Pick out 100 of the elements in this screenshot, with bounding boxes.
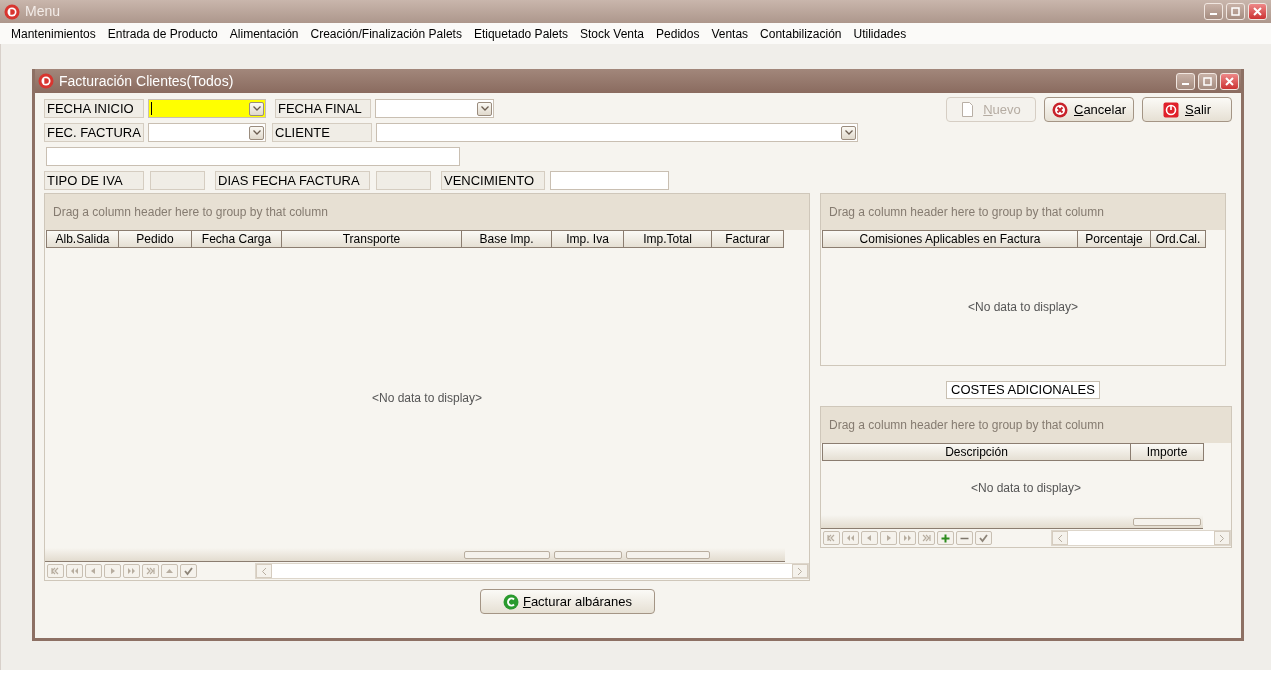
caret-icon [252,130,261,135]
toolbar-button[interactable]: Cancelar [1044,97,1134,122]
first-record-button[interactable] [47,564,64,578]
column-header[interactable]: Comisiones Aplicables en Factura [822,230,1078,248]
dropdown-field[interactable] [148,99,266,118]
horizontal-scrollbar[interactable] [255,563,809,579]
horizontal-scrollbar[interactable] [1051,530,1231,546]
group-hint: Drag a column header here to group by that column [829,417,1104,434]
previous-icon [89,566,98,576]
scroll-left-button[interactable] [256,564,272,578]
minimize-button[interactable] [1176,72,1195,90]
minimize-icon [1210,13,1217,15]
menu-item[interactable]: Mantenimientos [6,24,103,43]
column-header[interactable]: Alb.Salida [46,230,119,248]
column-header[interactable]: Importe [1131,443,1204,461]
previous-button[interactable] [861,531,878,545]
menu-item[interactable]: Creación/Finalización Palets [305,24,469,43]
delete-button[interactable] [956,531,973,545]
close-button[interactable] [1220,72,1239,90]
dropdown-toggle[interactable] [249,101,264,116]
menu-item[interactable]: Etiquetado Palets [468,24,575,43]
input-field[interactable] [550,171,669,190]
close-button[interactable] [1248,3,1267,20]
next-page-button[interactable] [899,531,916,545]
check-icon [979,533,988,543]
first-record-icon [827,533,836,543]
menu-item[interactable]: Pedidos [651,24,707,43]
menu-item[interactable]: Alimentación [224,24,306,43]
invoice-button[interactable]: Facturar albáranes [480,589,655,614]
power-icon [1163,101,1179,118]
previous-button[interactable] [85,564,102,578]
maximize-icon [1231,7,1240,16]
column-header[interactable]: Imp.Total [624,230,712,248]
field-label: TIPO DE IVA [44,171,144,190]
cancel-icon [1052,101,1068,118]
menu-item[interactable]: Entrada de Producto [102,24,225,43]
dropdown-toggle[interactable] [841,125,856,140]
edit-button[interactable] [161,564,178,578]
last-record-button[interactable] [918,531,935,545]
menu-item[interactable]: Utilidades [848,24,914,43]
column-header[interactable]: Facturar [712,230,784,248]
first-record-button[interactable] [823,531,840,545]
empty-message: <No data to display> [967,298,1079,316]
column-header[interactable]: Fecha Carga [192,230,282,248]
previous-page-icon [846,533,855,543]
next-button[interactable] [104,564,121,578]
caret-icon [844,130,853,135]
group-hint: Drag a column header here to group by that column [53,204,328,221]
close-icon [1253,7,1262,16]
next-page-icon [903,533,912,543]
section-title: COSTES ADICIONALES [946,381,1100,399]
maximize-icon [1203,76,1212,86]
toolbar-button[interactable]: Salir [1142,97,1232,122]
first-record-icon [51,566,60,576]
field-label: FEC. FACTURA [44,123,144,142]
group-hint: Drag a column header here to group by that column [829,204,1104,221]
menu-item[interactable]: Contabilización [755,24,849,43]
column-header[interactable]: Porcentaje [1078,230,1151,248]
minimize-button[interactable] [1204,3,1223,20]
menu-item[interactable]: Ventas [706,24,756,43]
caret-icon [480,106,489,111]
column-header[interactable]: Pedido [119,230,192,248]
last-record-button[interactable] [142,564,159,578]
field-label: CLIENTE [272,123,372,142]
readonly-field [150,171,205,190]
empty-message: <No data to display> [371,390,483,407]
maximize-button[interactable] [1198,72,1217,90]
scroll-right-button[interactable] [1214,531,1230,545]
column-header[interactable]: Imp. Iva [552,230,624,248]
next-button[interactable] [880,531,897,545]
scroll-right-button[interactable] [792,564,808,578]
next-page-button[interactable] [123,564,140,578]
input-field[interactable] [46,147,460,166]
previous-icon [865,533,874,543]
column-header[interactable]: Ord.Cal. [1151,230,1206,248]
field-label: FECHA FINAL [275,99,371,118]
post-button[interactable] [975,531,992,545]
next-icon [884,533,893,543]
menu-item[interactable]: Stock Venta [575,24,652,43]
previous-page-icon [70,566,79,576]
column-header[interactable]: Base Imp. [462,230,552,248]
previous-page-button[interactable] [842,531,859,545]
dropdown-field[interactable] [148,123,266,142]
refresh-icon [502,593,519,610]
check-icon [184,566,193,576]
field-label: FECHA INICIO [44,99,144,118]
next-icon [108,566,117,576]
maximize-button[interactable] [1226,3,1245,20]
dropdown-field[interactable] [375,99,494,118]
dropdown-toggle[interactable] [249,125,264,140]
add-button[interactable] [937,531,954,545]
dropdown-toggle[interactable] [477,101,492,116]
empty-message: <No data to display> [970,480,1082,497]
post-button[interactable] [180,564,197,578]
column-header[interactable]: Descripción [822,443,1131,461]
column-header[interactable]: Transporte [282,230,462,248]
previous-page-button[interactable] [66,564,83,578]
dropdown-field[interactable] [376,123,858,142]
scroll-left-button[interactable] [1052,531,1068,545]
close-icon [1225,76,1234,86]
